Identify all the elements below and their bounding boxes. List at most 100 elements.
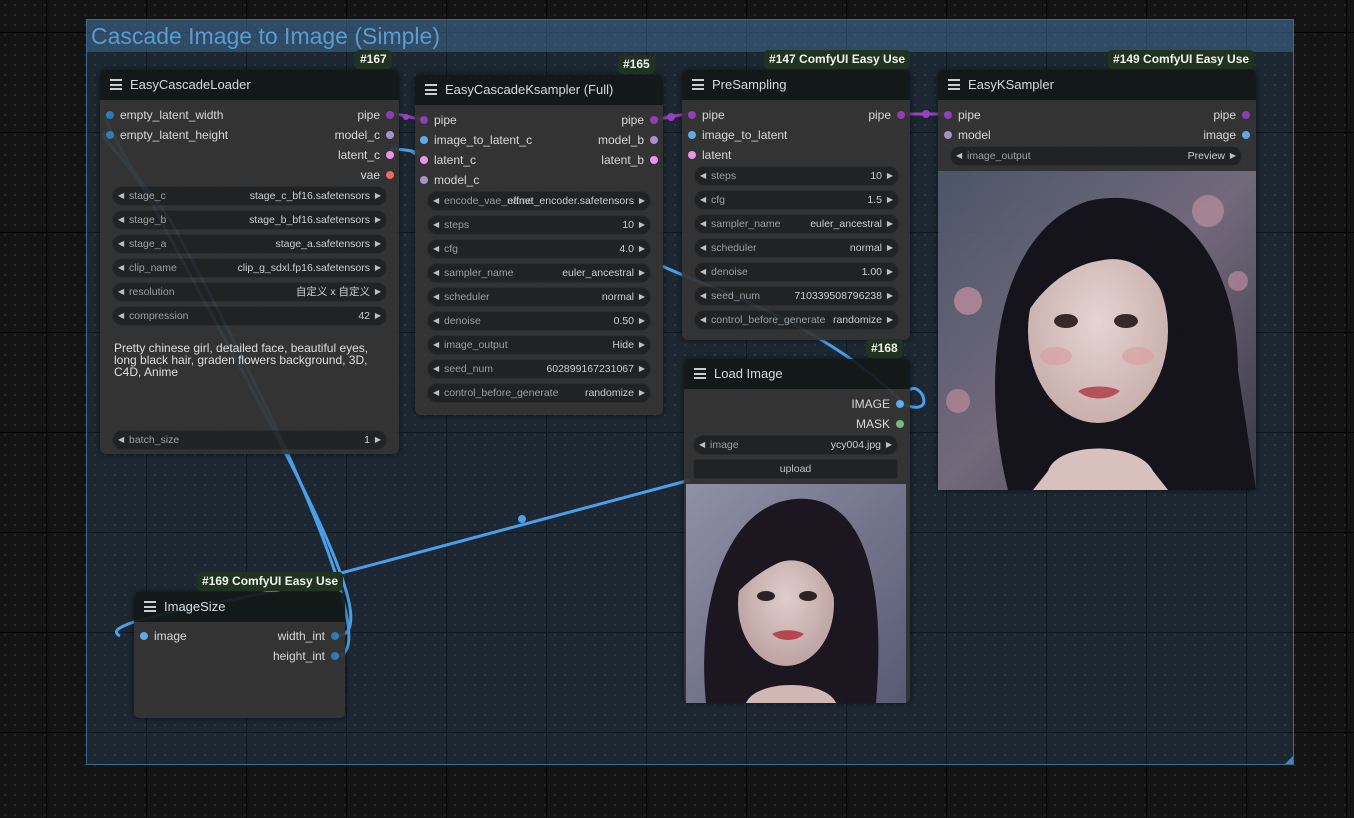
- arrow-left-icon[interactable]: ◀: [700, 167, 706, 185]
- arrow-left-icon[interactable]: ◀: [700, 287, 706, 305]
- node-presampling[interactable]: PreSampling pipe image_to_latent latent …: [682, 70, 910, 340]
- output-slot-pipe[interactable]: pipe: [1213, 107, 1250, 123]
- output-dot[interactable]: [897, 111, 905, 119]
- menu-icon[interactable]: [948, 79, 960, 90]
- menu-icon[interactable]: [110, 79, 122, 90]
- widget-seed-num[interactable]: ◀ seed_num 710339508796238 ▶: [694, 286, 899, 306]
- arrow-right-icon[interactable]: ▶: [639, 288, 645, 306]
- widget-control-before-generate[interactable]: ◀ control_before_generate randomize ▶: [427, 383, 651, 403]
- arrow-right-icon[interactable]: ▶: [639, 312, 645, 330]
- widget-cfg[interactable]: ◀ cfg 4.0 ▶: [427, 239, 651, 259]
- arrow-left-icon[interactable]: ◀: [700, 191, 706, 209]
- output-slot-latent-b[interactable]: latent_b: [601, 152, 658, 168]
- arrow-left-icon[interactable]: ◀: [700, 215, 706, 233]
- node-easy-ksampler[interactable]: EasyKSampler pipe model pipe image ◀ ima…: [938, 70, 1256, 490]
- output-dot[interactable]: [386, 131, 394, 139]
- widget-steps[interactable]: ◀ steps 10 ▶: [694, 166, 899, 186]
- input-dot[interactable]: [688, 111, 696, 119]
- arrow-left-icon[interactable]: ◀: [433, 192, 439, 210]
- arrow-left-icon[interactable]: ◀: [433, 384, 439, 402]
- arrow-right-icon[interactable]: ▶: [375, 187, 381, 205]
- arrow-right-icon[interactable]: ▶: [886, 436, 892, 454]
- input-dot[interactable]: [688, 131, 696, 139]
- widget-image-select[interactable]: ◀ image ycy004.jpg ▶: [693, 435, 898, 455]
- input-dot[interactable]: [420, 176, 428, 184]
- widget-steps[interactable]: ◀ steps 10 ▶: [427, 215, 651, 235]
- arrow-right-icon[interactable]: ▶: [375, 431, 381, 449]
- output-slot-image[interactable]: image: [1203, 127, 1250, 143]
- arrow-left-icon[interactable]: ◀: [118, 307, 124, 325]
- arrow-right-icon[interactable]: ▶: [887, 215, 893, 233]
- output-slot-pipe[interactable]: pipe: [868, 107, 905, 123]
- arrow-left-icon[interactable]: ◀: [118, 211, 124, 229]
- arrow-left-icon[interactable]: ◀: [433, 336, 439, 354]
- node-header[interactable]: ImageSize: [134, 592, 345, 622]
- widget-seed-num[interactable]: ◀ seed_num 602899167231067 ▶: [427, 359, 651, 379]
- widget-sampler-name[interactable]: ◀ sampler_name euler_ancestral ▶: [427, 263, 651, 283]
- node-easy-cascade-loader[interactable]: EasyCascadeLoader empty_latent_width emp…: [100, 70, 399, 454]
- output-dot[interactable]: [331, 632, 339, 640]
- menu-icon[interactable]: [692, 79, 704, 90]
- input-slot-empty-latent-width[interactable]: empty_latent_width: [106, 107, 223, 123]
- arrow-right-icon[interactable]: ▶: [639, 192, 645, 210]
- arrow-right-icon[interactable]: ▶: [887, 239, 893, 257]
- output-dot[interactable]: [386, 171, 394, 179]
- node-header[interactable]: EasyCascadeKsampler (Full): [415, 75, 663, 105]
- arrow-left-icon[interactable]: ◀: [433, 288, 439, 306]
- output-slot-model-c[interactable]: model_c: [335, 127, 394, 143]
- arrow-right-icon[interactable]: ▶: [639, 264, 645, 282]
- arrow-right-icon[interactable]: ▶: [639, 336, 645, 354]
- input-slot-image-to-latent[interactable]: image_to_latent: [688, 127, 787, 143]
- input-dot[interactable]: [944, 131, 952, 139]
- output-slot-width-int[interactable]: width_int: [278, 628, 339, 644]
- arrow-right-icon[interactable]: ▶: [1230, 147, 1236, 165]
- widget-resolution[interactable]: ◀ resolution 自定义 x 自定义 ▶: [112, 282, 387, 302]
- node-header[interactable]: PreSampling: [682, 70, 910, 100]
- widget-encode-vae-name[interactable]: ◀ encode_vae_name effnet_encoder.safeten…: [427, 191, 651, 211]
- widget-clip-name[interactable]: ◀ clip_name clip_g_sdxl.fp16.safetensors…: [112, 258, 387, 278]
- output-slot-pipe[interactable]: pipe: [621, 112, 658, 128]
- arrow-right-icon[interactable]: ▶: [887, 287, 893, 305]
- input-slot-pipe[interactable]: pipe: [944, 107, 981, 123]
- output-dot[interactable]: [650, 136, 658, 144]
- arrow-right-icon[interactable]: ▶: [887, 191, 893, 209]
- input-slot-image[interactable]: image: [140, 628, 187, 644]
- widget-sampler-name[interactable]: ◀ sampler_name euler_ancestral ▶: [694, 214, 899, 234]
- widget-image-output[interactable]: ◀ image_output Hide ▶: [427, 335, 651, 355]
- node-easy-cascade-ksampler[interactable]: EasyCascadeKsampler (Full) pipe image_to…: [415, 75, 663, 415]
- input-dot[interactable]: [140, 632, 148, 640]
- input-dot[interactable]: [688, 151, 696, 159]
- output-dot[interactable]: [386, 111, 394, 119]
- arrow-left-icon[interactable]: ◀: [700, 239, 706, 257]
- output-slot-image[interactable]: IMAGE: [851, 396, 904, 412]
- arrow-right-icon[interactable]: ▶: [639, 216, 645, 234]
- output-dot[interactable]: [896, 400, 904, 408]
- arrow-right-icon[interactable]: ▶: [375, 235, 381, 253]
- arrow-left-icon[interactable]: ◀: [700, 263, 706, 281]
- input-slot-model[interactable]: model: [944, 127, 991, 143]
- widget-denoise[interactable]: ◀ denoise 1.00 ▶: [694, 262, 899, 282]
- input-slot-image-to-latent-c[interactable]: image_to_latent_c: [420, 132, 532, 148]
- arrow-right-icon[interactable]: ▶: [375, 283, 381, 301]
- output-dot[interactable]: [650, 116, 658, 124]
- output-dot[interactable]: [650, 156, 658, 164]
- input-dot[interactable]: [420, 156, 428, 164]
- arrow-right-icon[interactable]: ▶: [639, 360, 645, 378]
- widget-denoise[interactable]: ◀ denoise 0.50 ▶: [427, 311, 651, 331]
- input-slot-latent-c[interactable]: latent_c: [420, 152, 476, 168]
- output-slot-pipe[interactable]: pipe: [357, 107, 394, 123]
- input-dot[interactable]: [106, 131, 114, 139]
- group-title[interactable]: Cascade Image to Image (Simple): [87, 20, 1293, 52]
- node-header[interactable]: EasyCascadeLoader: [100, 70, 399, 100]
- arrow-right-icon[interactable]: ▶: [887, 263, 893, 281]
- input-dot[interactable]: [106, 111, 114, 119]
- arrow-left-icon[interactable]: ◀: [699, 436, 705, 454]
- arrow-left-icon[interactable]: ◀: [118, 259, 124, 277]
- arrow-right-icon[interactable]: ▶: [375, 307, 381, 325]
- upload-button[interactable]: upload: [693, 459, 898, 479]
- output-slot-height-int[interactable]: height_int: [273, 648, 339, 664]
- output-dot[interactable]: [1242, 131, 1250, 139]
- arrow-right-icon[interactable]: ▶: [887, 167, 893, 185]
- arrow-right-icon[interactable]: ▶: [375, 211, 381, 229]
- output-dot[interactable]: [1242, 111, 1250, 119]
